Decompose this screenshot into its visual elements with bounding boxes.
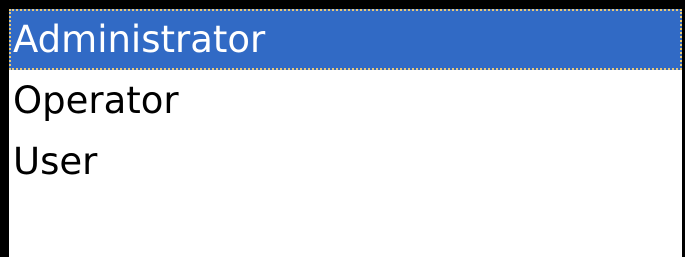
list-item-operator[interactable]: Operator — [9, 70, 682, 131]
list-item-user[interactable]: User — [9, 131, 682, 192]
list-item-administrator[interactable]: Administrator — [9, 9, 682, 70]
role-listbox[interactable]: Administrator Operator User — [0, 0, 685, 257]
